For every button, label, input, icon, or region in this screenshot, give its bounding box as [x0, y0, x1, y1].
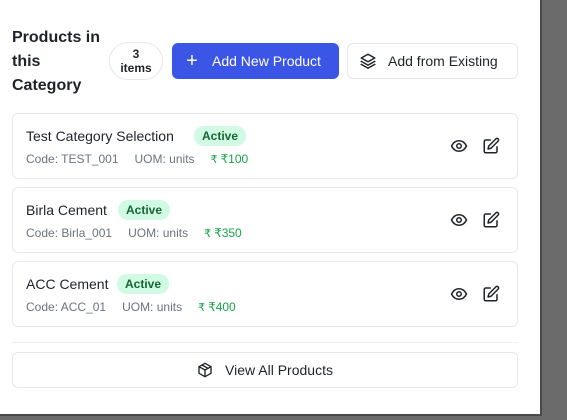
item-count-number: 3 — [132, 47, 140, 61]
product-price: ₹ ₹100 — [211, 152, 249, 166]
product-price-value: ₹400 — [208, 300, 236, 314]
product-code: Code: Birla_001 — [26, 226, 113, 240]
layers-icon — [348, 52, 388, 70]
category-products-panel: Products in this Category 3 items + Add … — [0, 0, 542, 416]
product-name: ACC Cement — [26, 276, 109, 292]
section-header: Products in this Category 3 items + Add … — [12, 26, 522, 98]
package-icon — [197, 362, 213, 378]
product-code: Code: ACC_01 — [26, 300, 107, 314]
add-new-product-button[interactable]: + Add New Product — [172, 43, 339, 79]
item-count-unit: items — [120, 61, 152, 75]
product-card: ACC Cement Active Code: ACC_01 UOM: unit… — [12, 261, 518, 327]
status-badge: Active — [118, 200, 171, 220]
eye-icon[interactable] — [449, 210, 469, 230]
edit-icon[interactable] — [481, 284, 501, 304]
plus-icon: + — [186, 50, 198, 72]
status-badge: Active — [117, 274, 170, 294]
product-price-value: ₹350 — [214, 226, 242, 240]
view-all-products-button[interactable]: View All Products — [12, 352, 518, 388]
product-meta: Code: Birla_001 UOM: units ₹ ₹350 — [26, 226, 242, 240]
product-card: Test Category Selection Active Code: TES… — [12, 113, 518, 179]
product-price-value: ₹100 — [220, 152, 249, 166]
add-from-existing-label: Add from Existing — [388, 53, 498, 69]
product-meta: Code: ACC_01 UOM: units ₹ ₹400 — [26, 300, 236, 314]
product-code: Code: TEST_001 — [26, 152, 119, 166]
status-badge: Active — [194, 126, 247, 146]
product-uom: UOM: units — [128, 226, 189, 240]
eye-icon[interactable] — [449, 284, 469, 304]
view-all-products-label: View All Products — [225, 362, 333, 378]
section-divider — [12, 342, 518, 343]
rupee-icon: ₹ — [210, 153, 218, 166]
product-card: Birla Cement Active Code: Birla_001 UOM:… — [12, 187, 518, 253]
item-count-badge: 3 items — [109, 42, 163, 80]
product-meta: Code: TEST_001 UOM: units ₹ ₹100 — [26, 152, 248, 166]
product-uom: UOM: units — [134, 152, 195, 166]
section-title: Products in this Category — [12, 29, 101, 94]
rupee-icon: ₹ — [204, 227, 212, 240]
eye-icon[interactable] — [449, 136, 469, 156]
product-price: ₹ ₹350 — [204, 226, 242, 240]
product-price: ₹ ₹400 — [198, 300, 236, 314]
rupee-icon: ₹ — [198, 301, 206, 314]
product-name: Birla Cement — [26, 202, 107, 218]
edit-icon[interactable] — [481, 210, 501, 230]
add-from-existing-button[interactable]: Add from Existing — [347, 43, 518, 79]
add-new-product-label: Add New Product — [212, 53, 321, 69]
edit-icon[interactable] — [481, 136, 501, 156]
product-uom: UOM: units — [122, 300, 183, 314]
product-name: Test Category Selection — [26, 128, 174, 144]
